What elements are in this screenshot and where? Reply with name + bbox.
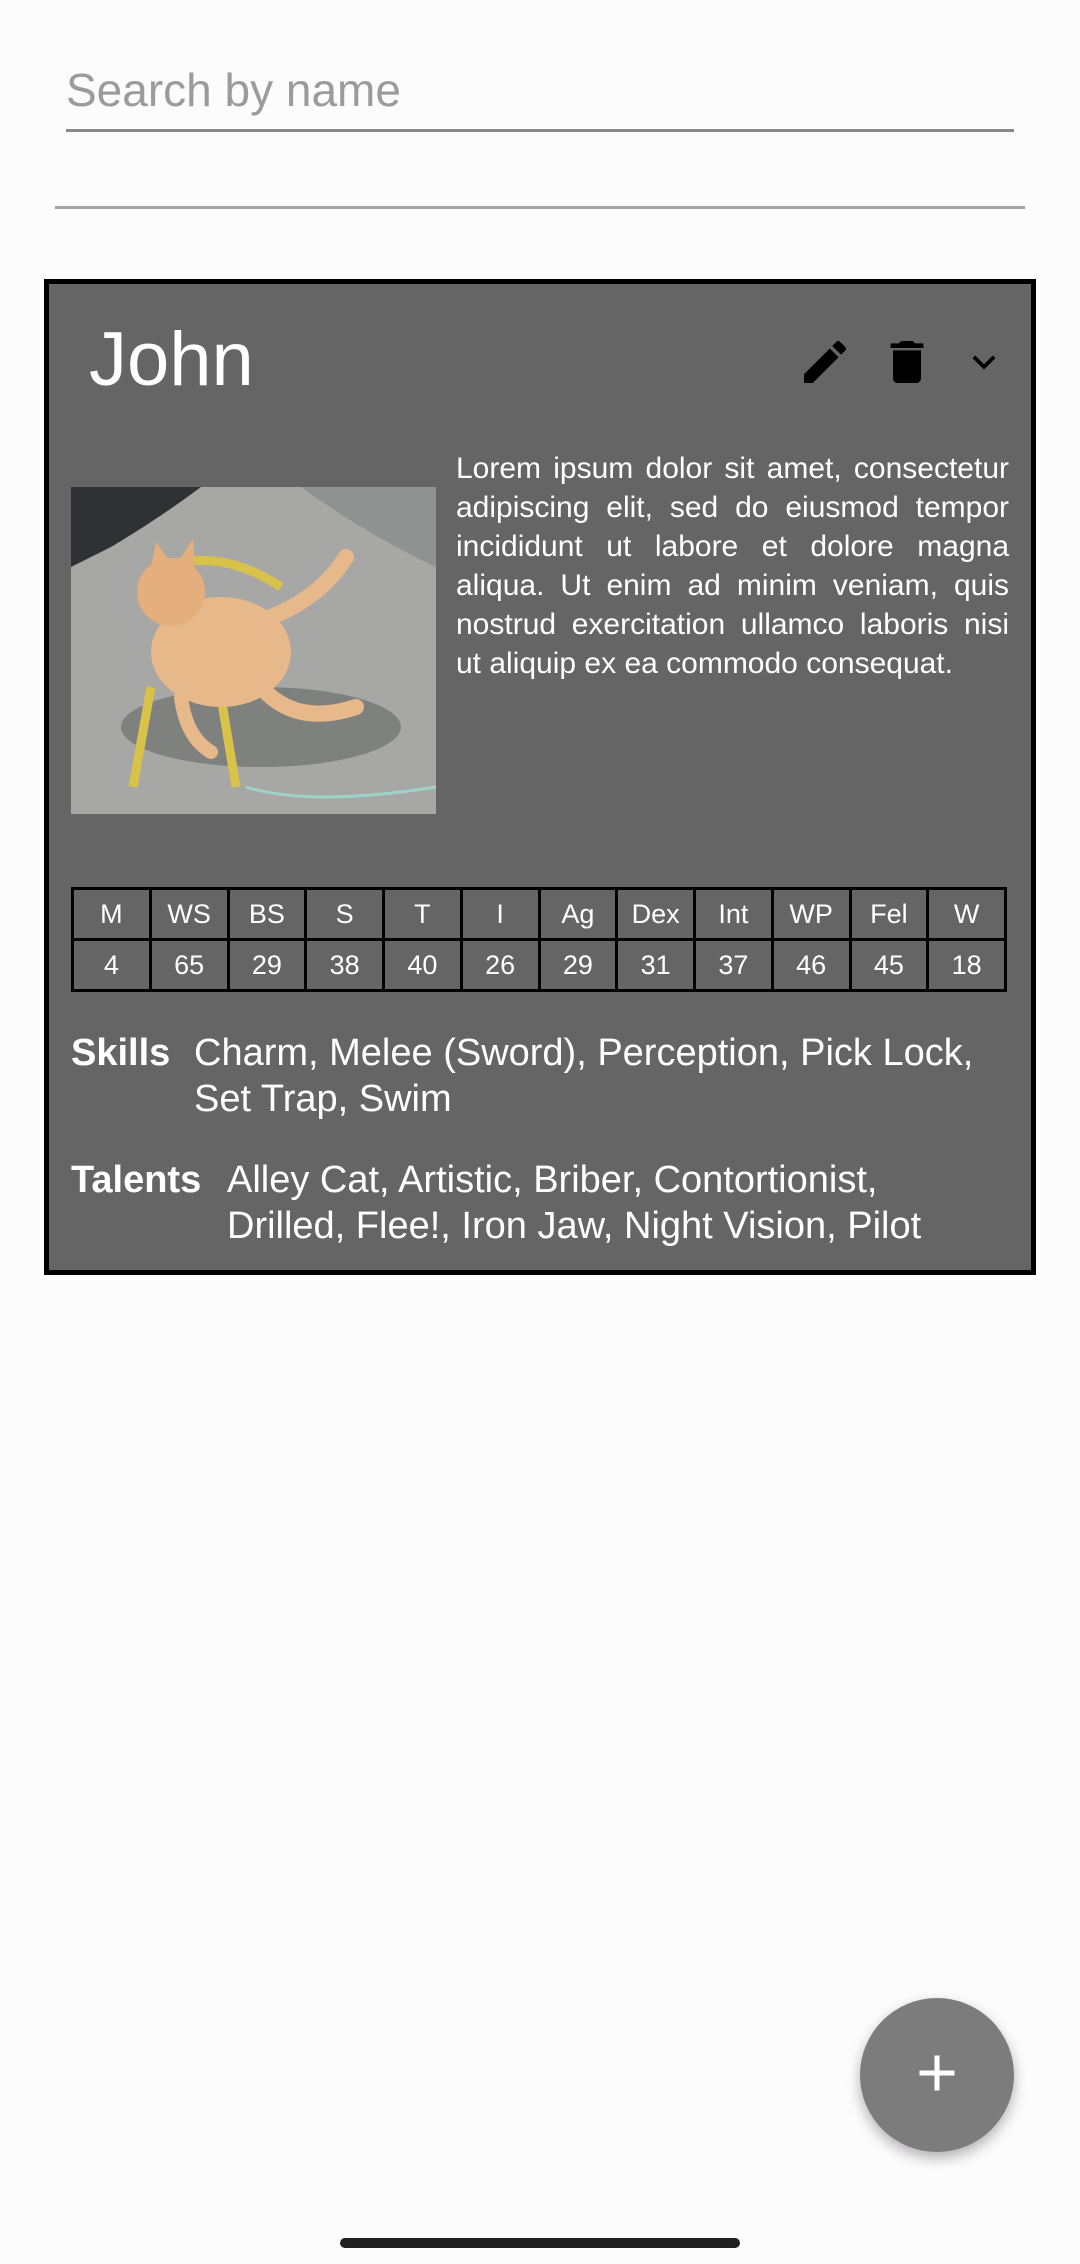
stats-header-row: M WS BS S T I Ag Dex Int WP Fel W xyxy=(71,887,1007,941)
character-description: Lorem ipsum dolor sit amet, consectetur … xyxy=(456,452,1009,680)
character-name: John xyxy=(89,317,254,402)
stat-header: M xyxy=(71,887,152,941)
stat-value: 37 xyxy=(693,938,774,992)
stat-value: 4 xyxy=(71,938,152,992)
stat-value: 31 xyxy=(615,938,696,992)
stat-header: Int xyxy=(693,887,774,941)
divider xyxy=(55,206,1025,209)
chevron-down-icon[interactable] xyxy=(961,339,1007,385)
trash-icon[interactable] xyxy=(879,334,935,390)
plus-icon xyxy=(907,2043,967,2108)
stats-value-row: 4 65 29 38 40 26 29 31 37 46 45 18 xyxy=(71,938,1007,992)
stat-value: 26 xyxy=(459,938,541,992)
skills-value: Charm, Melee (Sword), Perception, Pick L… xyxy=(194,1032,974,1120)
stat-header: Fel xyxy=(848,887,930,941)
talents-row: Talents Alley Cat, Artistic, Briber, Con… xyxy=(71,1157,987,1249)
stat-value: 40 xyxy=(382,938,463,992)
card-actions xyxy=(797,334,1007,390)
add-character-button[interactable] xyxy=(860,1998,1014,2152)
talents-label: Talents xyxy=(71,1159,202,1201)
search-field[interactable] xyxy=(66,55,1014,132)
stat-header: BS xyxy=(226,887,308,941)
stat-header: T xyxy=(382,887,463,941)
stat-value: 29 xyxy=(226,938,308,992)
stat-value: 38 xyxy=(304,938,385,992)
stat-value: 65 xyxy=(148,938,230,992)
search-input[interactable] xyxy=(66,55,1014,125)
stat-header: WS xyxy=(148,887,230,941)
stat-header: Ag xyxy=(537,887,619,941)
stat-value: 29 xyxy=(537,938,619,992)
stat-value: 45 xyxy=(848,938,930,992)
stat-header: S xyxy=(304,887,385,941)
home-indicator[interactable] xyxy=(340,2238,740,2248)
stat-value: 18 xyxy=(926,938,1007,992)
talents-value: Alley Cat, Artistic, Briber, Contortioni… xyxy=(227,1159,922,1247)
stat-header: W xyxy=(926,887,1007,941)
pencil-icon[interactable] xyxy=(797,334,853,390)
character-portrait xyxy=(71,487,436,814)
skills-row: Skills Charm, Melee (Sword), Perception,… xyxy=(71,1030,994,1122)
skills-label: Skills xyxy=(71,1032,171,1074)
stat-header: Dex xyxy=(615,887,696,941)
stat-header: WP xyxy=(770,887,852,941)
stats-table: M WS BS S T I Ag Dex Int WP Fel W 4 65 2… xyxy=(71,887,1007,992)
stat-header: I xyxy=(459,887,541,941)
stat-value: 46 xyxy=(770,938,852,992)
character-card[interactable]: John Lorem ipsum dolor sit amet, consect… xyxy=(44,279,1036,1275)
